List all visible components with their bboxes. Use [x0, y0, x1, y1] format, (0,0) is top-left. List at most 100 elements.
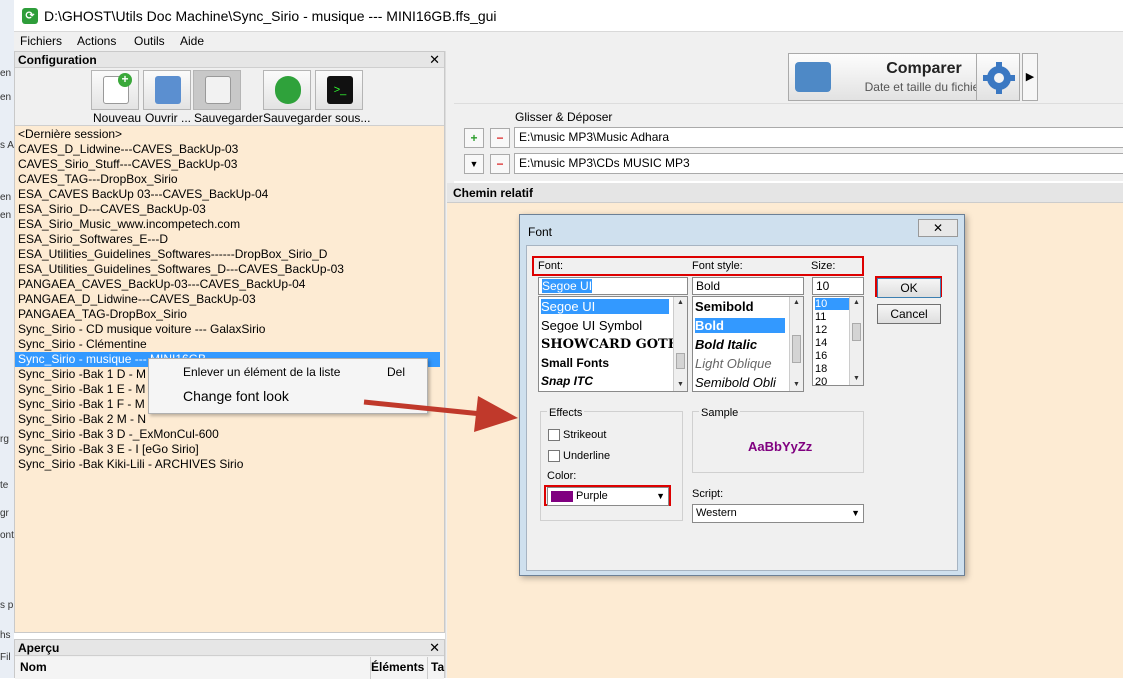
- menu-item-change-font[interactable]: Change font look: [183, 388, 289, 404]
- cancel-button[interactable]: Cancel: [877, 304, 941, 324]
- script-select[interactable]: Western ▼: [692, 504, 864, 523]
- font-size-input[interactable]: 10: [812, 277, 864, 295]
- font-list-scrollbar[interactable]: ▲ ▼: [673, 297, 687, 391]
- right-folder-input[interactable]: E:\music MP3\CDs MUSIC MP3: [514, 153, 1123, 174]
- session-item[interactable]: Sync_Sirio - CD musique voiture --- Gala…: [18, 322, 443, 337]
- size-list-scrollbar[interactable]: ▲ ▼: [849, 297, 863, 385]
- session-item[interactable]: CAVES_D_Lidwine---CAVES_BackUp-03: [18, 142, 443, 157]
- strikeout-checkbox[interactable]: [548, 429, 560, 441]
- chevron-right-icon[interactable]: ▶: [1022, 53, 1038, 101]
- session-item[interactable]: ESA_Utilities_Guidelines_Softwares------…: [18, 247, 443, 262]
- remove-folder-pair-button[interactable]: −: [490, 128, 510, 148]
- chevron-down-icon[interactable]: ▼: [464, 154, 484, 174]
- menu-item-remove[interactable]: Enlever un élément de la liste: [183, 365, 340, 379]
- menu-aide[interactable]: Aide: [180, 34, 204, 48]
- size-label: Size:: [811, 260, 836, 272]
- style-list-item[interactable]: Semibold Obli: [695, 375, 776, 390]
- session-item[interactable]: CAVES_TAG---DropBox_Sirio: [18, 172, 443, 187]
- session-item[interactable]: PANGAEA_CAVES_BackUp-03---CAVES_BackUp-0…: [18, 277, 443, 292]
- add-folder-pair-button[interactable]: +: [464, 128, 484, 148]
- new-document-icon: +: [103, 73, 132, 104]
- font-list-item[interactable]: Small Fonts: [541, 356, 609, 370]
- close-icon[interactable]: ✕: [429, 640, 440, 656]
- session-item[interactable]: ESA_Sirio_D---CAVES_BackUp-03: [18, 202, 443, 217]
- apercu-column-headers: Nom Éléments Ta: [15, 657, 444, 679]
- size-list-item[interactable]: 14: [815, 337, 827, 349]
- font-list-item[interactable]: SHOWCARD GOTHI: [541, 337, 686, 352]
- save-button[interactable]: [193, 70, 241, 110]
- column-ta[interactable]: Ta: [431, 660, 444, 674]
- configuration-header: Configuration ✕: [15, 52, 444, 68]
- size-list-item[interactable]: 10: [815, 298, 849, 310]
- session-item[interactable]: Sync_Sirio - Clémentine: [18, 337, 443, 352]
- open-button[interactable]: [143, 70, 191, 110]
- magnifier-folder-icon: [795, 62, 831, 92]
- new-button[interactable]: +: [91, 70, 139, 110]
- session-item[interactable]: <Dernière session>: [18, 127, 443, 142]
- close-icon[interactable]: ✕: [429, 52, 440, 68]
- underline-checkbox[interactable]: [548, 450, 560, 462]
- font-style-list[interactable]: Semibold Bold Bold Italic Light Oblique …: [692, 296, 804, 392]
- close-icon[interactable]: ✕: [918, 219, 958, 237]
- desktop-text-fragment: en: [0, 92, 12, 103]
- configuration-title: Configuration: [18, 53, 97, 67]
- column-elements[interactable]: Éléments: [371, 660, 424, 674]
- font-size-list[interactable]: 10 11 12 14 16 18 20 ▲ ▼: [812, 296, 864, 386]
- session-item[interactable]: ESA_CAVES BackUp 03---CAVES_BackUp-04: [18, 187, 443, 202]
- size-list-item[interactable]: 18: [815, 363, 827, 375]
- session-item[interactable]: ESA_Sirio_Softwares_E---D: [18, 232, 443, 247]
- session-item[interactable]: PANGAEA_D_Lidwine---CAVES_BackUp-03: [18, 292, 443, 307]
- color-label: Color:: [547, 470, 577, 482]
- font-list-item[interactable]: Segoe UI: [541, 299, 669, 314]
- font-style-input[interactable]: Bold: [692, 277, 804, 295]
- desktop-text-fragment: te: [0, 480, 9, 491]
- session-item[interactable]: PANGAEA_TAG-DropBox_Sirio: [18, 307, 443, 322]
- font-name-list[interactable]: Segoe UI Segoe UI Symbol SHOWCARD GOTHI …: [538, 296, 688, 392]
- apercu-panel: Aperçu ✕ Nom Éléments Ta: [14, 639, 445, 679]
- chevron-down-icon: ▼: [656, 491, 665, 501]
- left-folder-input[interactable]: E:\music MP3\Music Adhara: [514, 127, 1123, 148]
- relative-path-header: Chemin relatif: [447, 183, 1123, 203]
- font-name-input[interactable]: Segoe UI: [538, 277, 688, 295]
- underline-label: Underline: [563, 450, 611, 462]
- color-value: Purple: [576, 490, 608, 502]
- style-list-item[interactable]: Bold Italic: [695, 337, 757, 352]
- style-list-scrollbar[interactable]: ▲ ▼: [789, 297, 803, 391]
- save-as-button[interactable]: [263, 70, 311, 110]
- font-dialog-body: Font: Font style: Size: Segoe UI Bold 10…: [526, 245, 958, 571]
- ok-button[interactable]: OK: [877, 278, 941, 298]
- remove-folder-pair-button-2[interactable]: −: [490, 154, 510, 174]
- session-item[interactable]: Sync_Sirio -Bak Kiki-Lili - ARCHIVES Sir…: [18, 457, 443, 472]
- session-item[interactable]: ESA_Sirio_Music_www.incompetech.com: [18, 217, 443, 232]
- size-list-item[interactable]: 11: [815, 311, 826, 323]
- sample-label: Sample: [699, 407, 741, 419]
- menu-actions[interactable]: Actions: [77, 34, 116, 48]
- apercu-title: Aperçu: [18, 641, 60, 655]
- menu-outils[interactable]: Outils: [134, 34, 165, 48]
- column-nom[interactable]: Nom: [20, 660, 47, 674]
- size-list-item[interactable]: 12: [815, 324, 827, 336]
- size-list-item[interactable]: 16: [815, 350, 827, 362]
- desktop-text-fragment: en: [0, 68, 12, 79]
- toolbar-label-save-as: Sauvegarder sous...: [263, 111, 371, 125]
- font-style-label: Font style:: [692, 260, 743, 272]
- desktop-text-fragment: ont: [0, 530, 14, 541]
- compare-settings-button[interactable]: [976, 53, 1020, 101]
- style-list-item[interactable]: Bold: [695, 318, 785, 333]
- style-list-item[interactable]: Semibold: [695, 299, 754, 314]
- font-list-item[interactable]: Segoe UI Symbol: [541, 318, 642, 333]
- size-list-item[interactable]: 20: [815, 376, 827, 385]
- session-item[interactable]: CAVES_Sirio_Stuff---CAVES_BackUp-03: [18, 157, 443, 172]
- batch-button[interactable]: >_: [315, 70, 363, 110]
- floppy-disk-icon: [205, 76, 231, 104]
- desktop-text-fragment: hs: [0, 630, 11, 641]
- color-select[interactable]: Purple ▼: [547, 487, 669, 506]
- color-swatch: [551, 490, 573, 502]
- style-list-item[interactable]: Light Oblique: [695, 356, 772, 371]
- font-list-item[interactable]: Snap ITC: [541, 374, 593, 388]
- menu-fichiers[interactable]: Fichiers: [20, 34, 62, 48]
- desktop-text-fragment: en: [0, 192, 12, 203]
- printer-open-icon: [155, 76, 181, 104]
- sync-arrows-icon: [275, 76, 301, 104]
- session-item[interactable]: ESA_Utilities_Guidelines_Softwares_D---C…: [18, 262, 443, 277]
